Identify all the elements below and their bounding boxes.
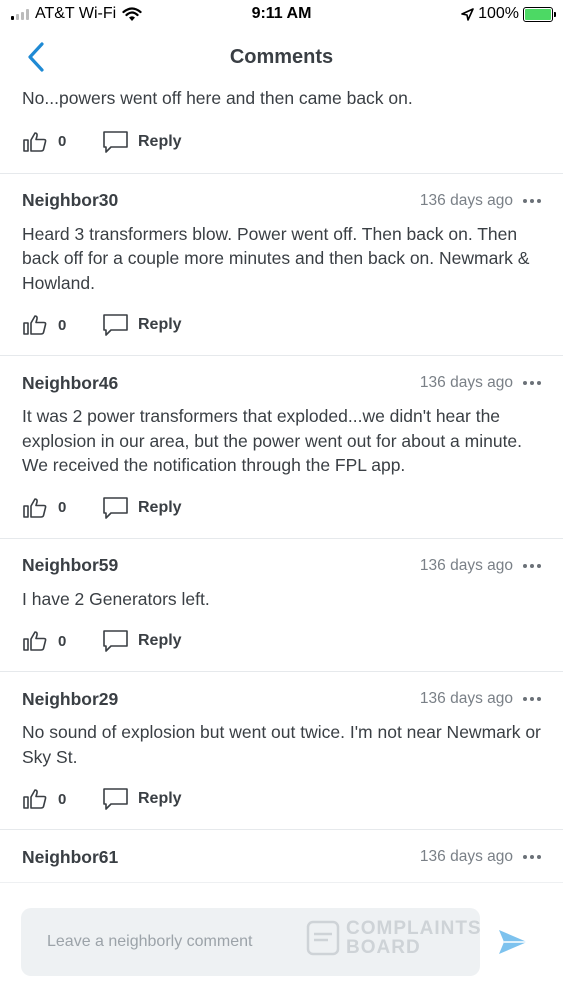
comment-header: Neighbor59 136 days ago	[22, 539, 541, 579]
more-options-icon[interactable]	[523, 697, 541, 701]
page-title: Comments	[229, 46, 334, 68]
like-count: 0	[58, 316, 67, 334]
comment-text: No sound of explosion but went out twice…	[22, 722, 541, 767]
location-arrow-icon	[461, 7, 474, 21]
like-button[interactable]: 0	[22, 630, 102, 652]
speech-bubble-icon	[103, 788, 128, 810]
reply-button[interactable]: Reply	[102, 629, 182, 653]
send-icon[interactable]	[497, 927, 529, 957]
comment-timestamp: 136 days ago	[419, 556, 513, 574]
comment-actions: 0 Reply	[22, 295, 541, 355]
more-options-icon[interactable]	[523, 563, 541, 568]
reply-button[interactable]: Reply	[102, 496, 182, 520]
comment-timestamp: 136 days ago	[419, 191, 513, 209]
reply-label: Reply	[138, 498, 182, 516]
speech-bubble-icon	[103, 630, 128, 652]
speech-bubble-icon	[103, 314, 128, 336]
reply-label: Reply	[138, 632, 182, 649]
reply-button[interactable]: Reply	[102, 130, 182, 154]
comment-timestamp: 136 days ago	[419, 374, 513, 391]
comment-timestamp: 136 days ago	[419, 848, 513, 865]
header: Comments	[0, 32, 563, 82]
comment-author[interactable]: Neighbor59	[22, 555, 118, 576]
comment-text: Heard 3 transformers blow. Power went of…	[22, 223, 530, 293]
like-count: 0	[58, 790, 67, 808]
comment-input[interactable]: Leave a neighborly comment	[21, 908, 480, 976]
comment-item: Neighbor30 136 days ago Heard 3 transfor…	[0, 174, 563, 356]
like-count: 0	[58, 133, 67, 150]
reply-button[interactable]: Reply	[102, 313, 182, 337]
comment-actions: 0 Reply	[22, 111, 541, 173]
comment-feed[interactable]: No...powers went off here and then came …	[0, 82, 563, 882]
comment-timestamp: 136 days ago	[419, 690, 513, 707]
like-count: 0	[58, 499, 67, 516]
comment-author[interactable]: Neighbor29	[22, 689, 118, 710]
battery-percent: 100%	[478, 5, 519, 22]
thumbs-up-icon	[23, 315, 47, 335]
comment-item: Neighbor29 136 days ago No sound of expl…	[0, 672, 563, 830]
comment-author[interactable]: Neighbor61	[22, 847, 118, 868]
battery-icon	[523, 6, 556, 22]
like-count: 0	[58, 632, 67, 650]
comment-item: Neighbor46 136 days ago It was 2 power t…	[0, 356, 563, 539]
status-right: 100%	[461, 5, 556, 23]
comment-item: Neighbor61 136 days ago	[0, 830, 563, 870]
comment-actions: 0 Reply	[22, 769, 541, 829]
comment-text: No...powers went off here and then came …	[22, 88, 413, 108]
comment-item: No...powers went off here and then came …	[0, 82, 563, 174]
thumbs-up-icon	[23, 131, 47, 152]
comment-header: Neighbor46 136 days ago	[22, 356, 541, 396]
like-button[interactable]: 0	[22, 314, 102, 336]
comment-header: Neighbor61 136 days ago	[22, 830, 541, 870]
more-options-icon[interactable]	[523, 381, 541, 385]
reply-label: Reply	[138, 132, 182, 150]
comment-text: I have 2 Generators left.	[22, 588, 210, 609]
comment-text: It was 2 power transformers that explode…	[22, 406, 523, 475]
like-button[interactable]: 0	[22, 788, 102, 810]
comment-compose-bar: Leave a neighborly comment COMPLAINTS BO…	[0, 882, 563, 1000]
status-bar: AT&T Wi-Fi 9:11 AM 100%	[0, 0, 563, 30]
reply-button[interactable]: Reply	[102, 787, 182, 811]
comment-actions: 0 Reply	[22, 611, 541, 671]
reply-label: Reply	[138, 790, 182, 807]
comment-author[interactable]: Neighbor46	[22, 373, 118, 394]
more-options-icon[interactable]	[523, 198, 541, 203]
thumbs-up-icon	[23, 497, 47, 518]
comment-author[interactable]: Neighbor30	[22, 190, 118, 211]
comment-header: Neighbor30 136 days ago	[22, 174, 541, 214]
reply-label: Reply	[138, 316, 182, 333]
speech-bubble-icon	[103, 130, 128, 153]
like-button[interactable]: 0	[22, 497, 102, 519]
comment-actions: 0 Reply	[22, 478, 541, 538]
comment-item: Neighbor59 136 days ago I have 2 Generat…	[0, 539, 563, 672]
thumbs-up-icon	[23, 789, 47, 809]
comment-header: Neighbor29 136 days ago	[22, 672, 541, 712]
more-options-icon[interactable]	[523, 855, 541, 859]
like-button[interactable]: 0	[22, 131, 102, 153]
thumbs-up-icon	[23, 631, 47, 651]
speech-bubble-icon	[103, 496, 128, 519]
